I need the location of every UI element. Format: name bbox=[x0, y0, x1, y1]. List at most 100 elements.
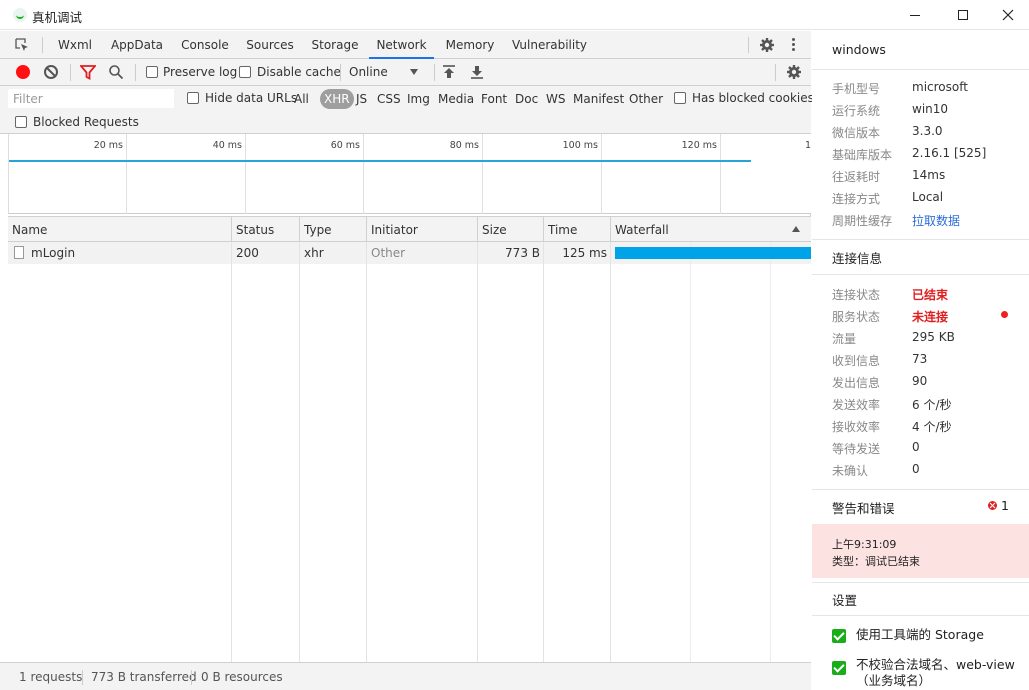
column-time[interactable]: Time bbox=[544, 217, 611, 242]
waterfall-grid-line bbox=[690, 242, 691, 662]
blocked-requests-checkbox[interactable] bbox=[15, 116, 27, 128]
filter-input[interactable] bbox=[8, 89, 174, 108]
type-filter-img[interactable]: Img bbox=[404, 89, 433, 109]
use-tool-storage-label: 使用工具端的 Storage bbox=[856, 627, 984, 642]
use-tool-storage-checkbox[interactable] bbox=[832, 629, 846, 643]
section-divider bbox=[812, 69, 1029, 70]
toolbar-separator bbox=[434, 64, 435, 81]
overview-tick-label: 40 ms bbox=[212, 140, 242, 151]
close-button[interactable] bbox=[985, 0, 1029, 30]
hide-data-urls-checkbox[interactable] bbox=[187, 92, 199, 104]
conn-key-send-rate: 发送效率 bbox=[832, 398, 881, 412]
status-separator bbox=[82, 670, 83, 685]
conn-key-state: 连接状态 bbox=[832, 288, 881, 302]
conn-value-state: 已结束 bbox=[912, 288, 949, 302]
toolbar-separator bbox=[340, 64, 341, 81]
device-key-wechat-version: 微信版本 bbox=[832, 126, 881, 140]
conn-key-received: 收到信息 bbox=[832, 354, 881, 368]
column-initiator[interactable]: Initiator bbox=[367, 217, 478, 242]
section-divider bbox=[812, 489, 1029, 490]
import-har-icon[interactable] bbox=[442, 64, 456, 80]
skip-domain-check-checkbox[interactable] bbox=[832, 661, 846, 675]
tab-vulnerability[interactable]: Vulnerability bbox=[512, 31, 587, 59]
tab-network[interactable]: Network bbox=[369, 31, 434, 59]
column-divider bbox=[477, 242, 478, 662]
device-key-os: 运行系统 bbox=[832, 104, 881, 118]
network-settings-gear-icon[interactable] bbox=[786, 64, 802, 80]
device-value-model: microsoft bbox=[912, 80, 968, 94]
throttling-select[interactable]: Online bbox=[349, 65, 388, 79]
tab-appdata[interactable]: AppData bbox=[110, 31, 164, 59]
overview-grid-line bbox=[720, 134, 721, 214]
more-options-icon[interactable] bbox=[792, 37, 796, 53]
device-info-panel: windows 手机型号 microsoft 运行系统 win10 微信版本 3… bbox=[812, 31, 1029, 690]
export-har-icon[interactable] bbox=[470, 64, 484, 80]
type-filter-css[interactable]: CSS bbox=[374, 89, 404, 109]
column-name[interactable]: Name bbox=[8, 217, 232, 242]
maximize-icon bbox=[958, 10, 968, 20]
tab-separator bbox=[748, 37, 749, 53]
network-overview[interactable]: 20 ms 40 ms 60 ms 80 ms 100 ms 120 ms 1 bbox=[8, 134, 811, 214]
status-separator bbox=[191, 670, 192, 685]
overview-tick-label: 60 ms bbox=[330, 140, 360, 151]
filter-bar: Hide data URLs All XHR JS CSS Img Media … bbox=[0, 86, 814, 134]
title-bar: 真机调试 bbox=[0, 0, 1029, 30]
has-blocked-cookies-checkbox[interactable] bbox=[674, 92, 686, 104]
column-size[interactable]: Size bbox=[478, 217, 544, 242]
fetch-data-link[interactable]: 拉取数据 bbox=[912, 212, 960, 229]
column-divider bbox=[299, 242, 300, 662]
tab-sources[interactable]: Sources bbox=[246, 31, 294, 59]
overview-grid-line bbox=[245, 134, 246, 214]
tab-wxml[interactable]: Wxml bbox=[56, 31, 94, 59]
app-logo-icon bbox=[13, 8, 27, 22]
error-entry[interactable]: 上午9:31:09 类型：调试已结束 bbox=[812, 524, 1029, 578]
type-filter-doc[interactable]: Doc bbox=[512, 89, 541, 109]
type-filter-other[interactable]: Other bbox=[626, 89, 666, 109]
waterfall-bar bbox=[615, 247, 811, 259]
maximize-button[interactable] bbox=[940, 0, 986, 30]
column-status[interactable]: Status bbox=[232, 217, 300, 242]
toolbar-separator bbox=[775, 64, 776, 81]
column-divider bbox=[366, 242, 367, 662]
inspect-element-icon[interactable] bbox=[14, 37, 30, 53]
minimize-icon bbox=[910, 14, 920, 16]
request-count: 1 requests bbox=[19, 670, 83, 684]
device-value-os: win10 bbox=[912, 102, 949, 116]
clear-icon[interactable] bbox=[44, 65, 58, 79]
disable-cache-checkbox[interactable] bbox=[239, 66, 251, 78]
tab-memory[interactable]: Memory bbox=[444, 31, 496, 59]
conn-key-service: 服务状态 bbox=[832, 310, 881, 324]
status-bar: 1 requests 773 B transferred 0 B resourc… bbox=[0, 662, 811, 690]
type-filter-media[interactable]: Media bbox=[435, 89, 477, 109]
device-value-rtt: 14ms bbox=[912, 168, 946, 182]
column-type[interactable]: Type bbox=[300, 217, 367, 242]
conn-key-receive-rate: 接收效率 bbox=[832, 420, 881, 434]
column-divider bbox=[543, 242, 544, 662]
close-icon bbox=[1002, 9, 1014, 21]
cell-time: 125 ms bbox=[562, 246, 607, 260]
device-value-wechat-version: 3.3.0 bbox=[912, 124, 943, 138]
sort-ascending-icon[interactable] bbox=[792, 226, 800, 232]
cell-initiator: Other bbox=[371, 246, 406, 260]
tab-console[interactable]: Console bbox=[180, 31, 230, 59]
settings-gear-icon[interactable] bbox=[759, 37, 775, 53]
type-filter-font[interactable]: Font bbox=[478, 89, 510, 109]
type-filter-ws[interactable]: WS bbox=[543, 89, 568, 109]
type-filter-all[interactable]: All bbox=[291, 89, 312, 109]
device-key-model: 手机型号 bbox=[832, 82, 881, 96]
minimize-button[interactable] bbox=[892, 0, 938, 30]
type-filter-xhr[interactable]: XHR bbox=[320, 89, 354, 109]
preserve-log-checkbox[interactable] bbox=[146, 66, 158, 78]
chevron-down-icon[interactable] bbox=[410, 69, 418, 75]
filter-icon[interactable] bbox=[80, 65, 96, 80]
column-waterfall[interactable]: Waterfall bbox=[611, 217, 811, 242]
search-icon[interactable] bbox=[108, 64, 124, 80]
type-filter-js[interactable]: JS bbox=[353, 89, 370, 109]
error-count: 1 bbox=[1001, 498, 1009, 513]
tab-storage[interactable]: Storage bbox=[311, 31, 359, 59]
error-time: 上午9:31:09 bbox=[832, 538, 897, 551]
table-header: Name Status Type Initiator Size Time Wat… bbox=[8, 216, 811, 242]
cell-name[interactable]: mLogin bbox=[27, 242, 232, 264]
record-button[interactable] bbox=[16, 65, 30, 79]
type-filter-manifest[interactable]: Manifest bbox=[570, 89, 627, 109]
